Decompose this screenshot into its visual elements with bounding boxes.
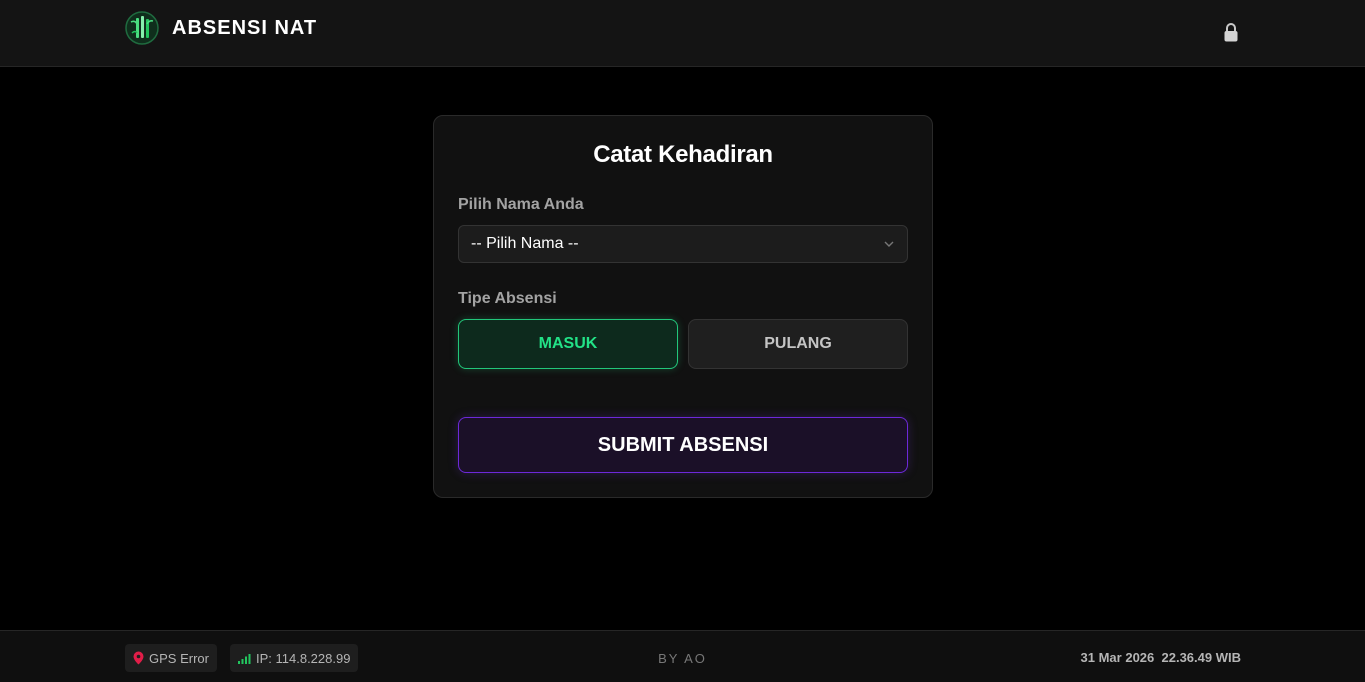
attendance-form-card: Catat Kehadiran Pilih Nama Anda -- Pilih…: [433, 115, 933, 498]
top-navbar: ABSENSI NAT: [0, 0, 1365, 67]
app-title: ABSENSI NAT: [172, 16, 318, 39]
bamboo-logo-icon: [125, 11, 159, 45]
chevron-down-icon: [884, 241, 894, 247]
type-masuk-button[interactable]: MASUK: [458, 319, 678, 369]
date-text: 31 Mar 2026: [1080, 650, 1155, 665]
type-pulang-button[interactable]: PULANG: [688, 319, 908, 369]
datetime: 31 Mar 2026 22.36.49 WIB: [1081, 650, 1241, 665]
time-text: 22.36.49 WIB: [1161, 650, 1242, 665]
admin-lock-button[interactable]: [1221, 20, 1241, 44]
name-label: Pilih Nama Anda: [458, 196, 584, 213]
form-title: Catat Kehadiran: [593, 141, 773, 168]
status-footer: GPS Error IP: 114.8.228.99 BY AO 31 Mar …: [0, 630, 1365, 682]
type-label: Tipe Absensi: [458, 290, 557, 307]
name-select[interactable]: -- Pilih Nama --: [458, 225, 908, 263]
brand[interactable]: ABSENSI NAT: [125, 11, 317, 45]
lock-icon: [1224, 23, 1238, 42]
name-select-value: -- Pilih Nama --: [471, 235, 579, 252]
submit-button[interactable]: SUBMIT ABSENSI: [458, 417, 908, 473]
